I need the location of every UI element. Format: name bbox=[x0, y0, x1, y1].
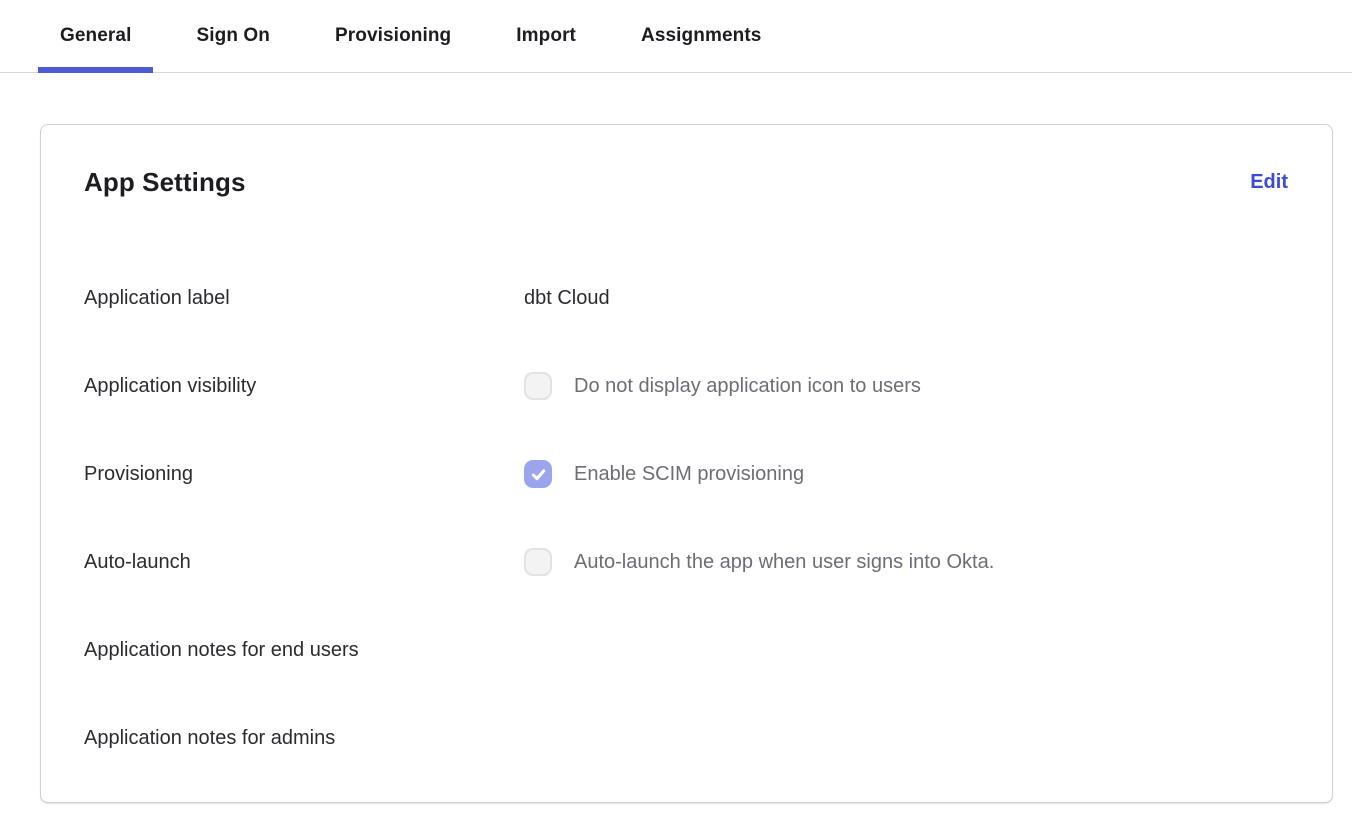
provisioning-checkbox-description: Enable SCIM provisioning bbox=[574, 463, 804, 486]
row-label: Provisioning bbox=[84, 463, 524, 486]
settings-row: Provisioning Enable SCIM provisioning bbox=[84, 430, 1288, 518]
settings-row: Application visibility Do not display ap… bbox=[84, 342, 1288, 430]
row-label: Auto-launch bbox=[84, 551, 524, 574]
application-visibility-checkbox[interactable] bbox=[524, 372, 552, 400]
settings-row: Auto-launch Auto-launch the app when use… bbox=[84, 518, 1288, 606]
settings-row: Application label dbt Cloud bbox=[84, 254, 1288, 342]
row-label: Application notes for admins bbox=[84, 727, 524, 750]
app-settings-card: App Settings Edit Application label dbt … bbox=[40, 124, 1333, 803]
card-title: App Settings bbox=[84, 167, 246, 198]
row-label: Application notes for end users bbox=[84, 639, 524, 662]
tab-bar: General Sign On Provisioning Import Assi… bbox=[0, 0, 1352, 73]
tab-label: Assignments bbox=[641, 25, 761, 47]
auto-launch-checkbox[interactable] bbox=[524, 548, 552, 576]
tab-assignments[interactable]: Assignments bbox=[619, 0, 783, 72]
tab-label: Import bbox=[516, 25, 576, 47]
settings-rows: Application label dbt Cloud Application … bbox=[84, 254, 1288, 782]
tab-general[interactable]: General bbox=[38, 0, 153, 72]
provisioning-checkbox[interactable] bbox=[524, 460, 552, 488]
row-value: Auto-launch the app when user signs into… bbox=[524, 548, 1288, 576]
row-value: Enable SCIM provisioning bbox=[524, 460, 1288, 488]
settings-row: Application notes for admins bbox=[84, 694, 1288, 782]
check-icon bbox=[530, 466, 547, 483]
edit-link[interactable]: Edit bbox=[1250, 171, 1288, 194]
row-label: Application label bbox=[84, 287, 524, 310]
row-value: Do not display application icon to users bbox=[524, 372, 1288, 400]
tab-sign-on[interactable]: Sign On bbox=[174, 0, 292, 72]
tab-label: Provisioning bbox=[335, 25, 451, 47]
application-visibility-checkbox-description: Do not display application icon to users bbox=[574, 375, 921, 398]
settings-row: Application notes for end users bbox=[84, 606, 1288, 694]
card-header: App Settings Edit bbox=[84, 167, 1288, 198]
row-label: Application visibility bbox=[84, 375, 524, 398]
tab-label: Sign On bbox=[196, 25, 270, 47]
tab-label: General bbox=[60, 25, 131, 47]
row-value: dbt Cloud bbox=[524, 287, 1288, 310]
tab-provisioning[interactable]: Provisioning bbox=[313, 0, 473, 72]
application-label-value: dbt Cloud bbox=[524, 287, 610, 310]
auto-launch-checkbox-description: Auto-launch the app when user signs into… bbox=[574, 551, 994, 574]
tab-import[interactable]: Import bbox=[494, 0, 598, 72]
